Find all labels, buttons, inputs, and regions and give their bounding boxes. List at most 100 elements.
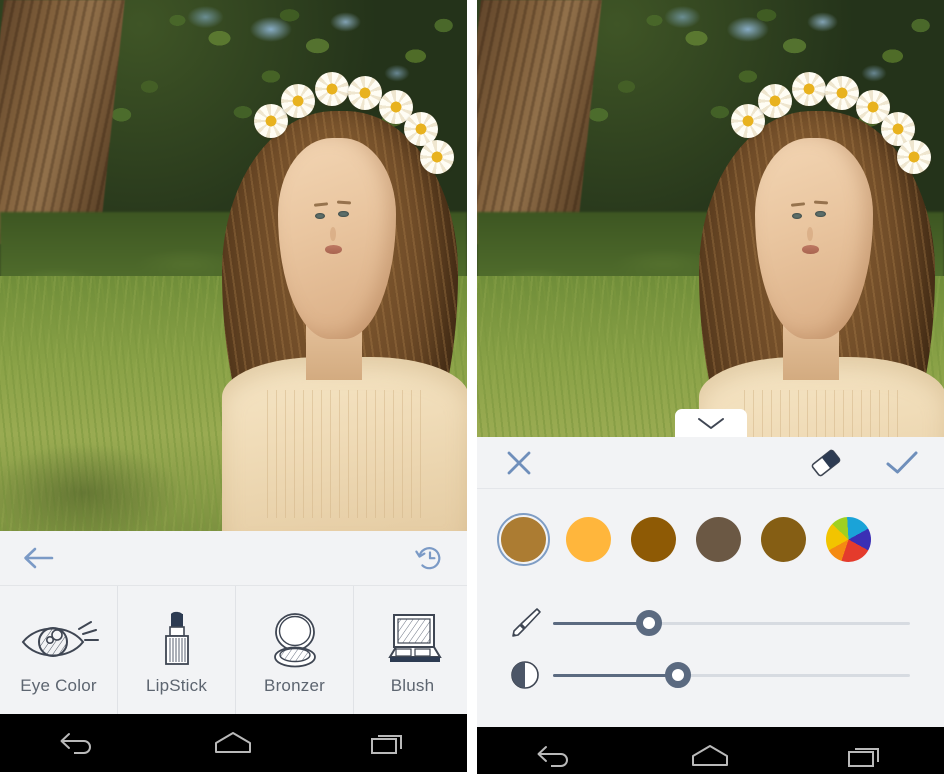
daisy-flower-crown bbox=[727, 70, 934, 175]
tool-icon-wrap bbox=[19, 610, 99, 672]
android-home-icon bbox=[692, 745, 729, 766]
editor-action-bar bbox=[477, 437, 944, 489]
nose bbox=[807, 226, 813, 241]
opacity-half-circle-icon bbox=[511, 661, 539, 689]
dual-screenshot-stage: Eye Color LipStick Bronzer Blush bbox=[0, 0, 944, 774]
tool-label: LipStick bbox=[145, 676, 208, 695]
tool-label: Blush bbox=[390, 676, 435, 695]
eye-icon bbox=[21, 621, 99, 657]
slider-icon-wrap bbox=[497, 658, 553, 692]
confirm-button[interactable] bbox=[882, 443, 922, 483]
photo-canvas bbox=[477, 0, 944, 437]
dress bbox=[222, 357, 467, 531]
brush-size-slider[interactable] bbox=[553, 610, 910, 636]
android-recents-icon bbox=[371, 735, 403, 754]
color-swatch-fill bbox=[696, 516, 741, 562]
android-navigation-bar bbox=[0, 714, 467, 772]
slider-panel bbox=[477, 589, 944, 715]
android-navigation-bar bbox=[477, 727, 944, 774]
color-swatch-0[interactable] bbox=[497, 512, 550, 566]
eyebrow-right bbox=[337, 200, 352, 205]
color-wheel-picker[interactable] bbox=[822, 513, 875, 566]
photo-canvas bbox=[0, 0, 467, 531]
tool-blush[interactable]: Blush bbox=[354, 586, 467, 714]
history-restore-button[interactable] bbox=[409, 538, 449, 578]
android-back-icon bbox=[60, 733, 91, 754]
daisy-flower bbox=[347, 75, 382, 110]
android-back-button[interactable] bbox=[519, 734, 591, 774]
eyebrow-left bbox=[313, 201, 328, 207]
daisy-flower-crown bbox=[250, 70, 457, 175]
android-home-icon bbox=[215, 732, 252, 753]
eye-left bbox=[314, 212, 326, 220]
tool-icon-wrap bbox=[154, 610, 200, 672]
android-recents-button[interactable] bbox=[830, 734, 902, 774]
daisy-flower bbox=[824, 75, 859, 110]
slider-thumb[interactable] bbox=[636, 610, 663, 636]
photo-preview-left[interactable] bbox=[0, 0, 467, 531]
eye-left bbox=[791, 212, 803, 220]
makeup-tools-bar: Eye Color LipStick Bronzer Blush bbox=[0, 586, 467, 714]
daisy-flower bbox=[791, 71, 826, 106]
eyebrow-right bbox=[814, 200, 829, 205]
photo-preview-right[interactable] bbox=[477, 0, 944, 437]
brush-opacity-slider-row bbox=[477, 649, 944, 701]
color-swatch-2[interactable] bbox=[627, 513, 680, 566]
eyebrow-left bbox=[790, 201, 805, 207]
color-swatch-fill bbox=[566, 516, 611, 562]
color-swatch-3[interactable] bbox=[692, 513, 745, 566]
color-swatch-fill bbox=[761, 516, 806, 562]
eraser-icon bbox=[811, 449, 841, 476]
tool-icon-wrap bbox=[382, 610, 444, 672]
left-topbar bbox=[0, 531, 467, 586]
color-wheel-icon bbox=[826, 516, 871, 562]
tool-eye-color[interactable]: Eye Color bbox=[0, 586, 118, 714]
back-button[interactable] bbox=[18, 538, 58, 578]
checkmark-icon bbox=[886, 451, 918, 473]
chevron-down-icon bbox=[697, 418, 724, 429]
daisy-flower bbox=[314, 71, 349, 106]
portrait-subject bbox=[682, 71, 944, 437]
android-home-button[interactable] bbox=[197, 721, 269, 765]
daisy-flower bbox=[758, 83, 793, 118]
restore-history-icon bbox=[415, 547, 441, 570]
brush-opacity-slider[interactable] bbox=[553, 662, 910, 688]
color-swatch-4[interactable] bbox=[757, 513, 810, 566]
lipstick-icon bbox=[164, 611, 189, 665]
close-x-icon bbox=[507, 451, 531, 474]
color-swatch-fill bbox=[501, 516, 546, 562]
eraser-button[interactable] bbox=[806, 443, 846, 483]
arrow-left-icon bbox=[24, 547, 54, 569]
compact-powder-icon bbox=[273, 613, 316, 668]
tool-label: Eye Color bbox=[20, 676, 97, 695]
slider-fill bbox=[553, 621, 650, 625]
daisy-flower bbox=[897, 140, 932, 175]
lips bbox=[802, 244, 819, 254]
color-swatch-1[interactable] bbox=[562, 513, 615, 566]
tool-bronzer[interactable]: Bronzer bbox=[236, 586, 354, 714]
color-swatch-row bbox=[477, 489, 944, 589]
android-back-icon bbox=[537, 746, 568, 767]
android-home-button[interactable] bbox=[674, 734, 746, 774]
android-recents-button[interactable] bbox=[353, 721, 425, 765]
blush-palette-icon bbox=[387, 614, 442, 662]
slider-thumb[interactable] bbox=[664, 662, 691, 688]
tool-lipstick[interactable]: LipStick bbox=[118, 586, 236, 714]
collapse-panel-tab[interactable] bbox=[674, 409, 747, 437]
eye-right bbox=[338, 210, 349, 218]
tool-icon-wrap bbox=[264, 610, 326, 672]
left-phone-screen: Eye Color LipStick Bronzer Blush bbox=[0, 0, 472, 774]
tool-label: Bronzer bbox=[264, 676, 325, 695]
color-swatch-fill bbox=[631, 516, 676, 562]
android-back-button[interactable] bbox=[42, 721, 114, 765]
daisy-flower bbox=[281, 83, 316, 118]
editor-action-bar-right bbox=[806, 443, 922, 483]
paintbrush-icon bbox=[512, 608, 541, 637]
eye-right bbox=[815, 210, 826, 218]
portrait-subject bbox=[205, 71, 467, 531]
brush-size-slider-row bbox=[477, 597, 944, 649]
lips bbox=[325, 244, 342, 254]
daisy-flower bbox=[420, 140, 455, 175]
slider-icon-wrap bbox=[497, 605, 553, 641]
cancel-button[interactable] bbox=[499, 443, 539, 483]
